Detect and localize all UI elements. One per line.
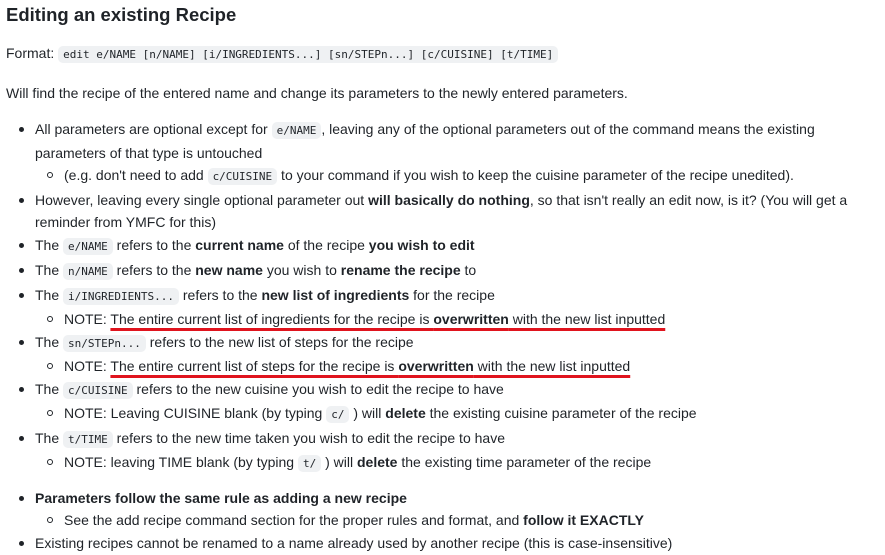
sub-list-item: NOTE: The entire current list of ingredi… [35,308,876,330]
sub-list-item: See the add recipe command section for t… [35,509,876,531]
description: Will find the recipe of the entered name… [6,85,628,101]
document-page: Editing an existing Recipe Format: edit … [6,0,876,555]
red-underline-annotation: The entire current list of steps for the… [110,358,631,374]
list-item: Existing recipes cannot be renamed to a … [6,532,876,554]
format-label: Format: [6,45,55,61]
sub-list: See the add recipe command section for t… [35,509,876,531]
section-heading: Editing an existing Recipe [6,4,237,25]
sub-list: NOTE: The entire current list of steps f… [35,355,876,377]
list-item: The t/TIME refers to the new time taken … [6,427,876,475]
sub-list-item: NOTE: leaving TIME blank (by typing t/ )… [35,451,876,475]
list-item: All parameters are optional except for e… [6,118,876,188]
sub-list: NOTE: leaving TIME blank (by typing t/ )… [35,451,876,475]
sub-list: NOTE: Leaving CUISINE blank (by typing c… [35,402,876,426]
format-code: edit e/NAME [n/NAME] [i/INGREDIENTS...] … [58,46,559,63]
sub-list-item: NOTE: Leaving CUISINE blank (by typing c… [35,402,876,426]
red-underline-annotation: The entire current list of ingredients f… [110,311,666,327]
list-item: The c/CUISINE refers to the new cuisine … [6,378,876,426]
list-item: The n/NAME refers to the new name you wi… [6,259,876,283]
sub-list: NOTE: The entire current list of ingredi… [35,308,876,330]
list-item: The sn/STEPn... refers to the new list o… [6,331,876,377]
parameter-list: All parameters are optional except for e… [6,118,876,554]
format-line: Format: edit e/NAME [n/NAME] [i/INGREDIE… [6,42,876,66]
list-item: The e/NAME refers to the current name of… [6,234,876,258]
list-item: Parameters follow the same rule as addin… [6,487,876,531]
sub-list-item: (e.g. don't need to add c/CUISINE to you… [35,164,876,188]
list-item: The i/INGREDIENTS... refers to the new l… [6,284,876,330]
list-item: However, leaving every single optional p… [6,189,876,233]
sub-list-item: NOTE: The entire current list of steps f… [35,355,876,377]
sub-list: (e.g. don't need to add c/CUISINE to you… [35,164,876,188]
